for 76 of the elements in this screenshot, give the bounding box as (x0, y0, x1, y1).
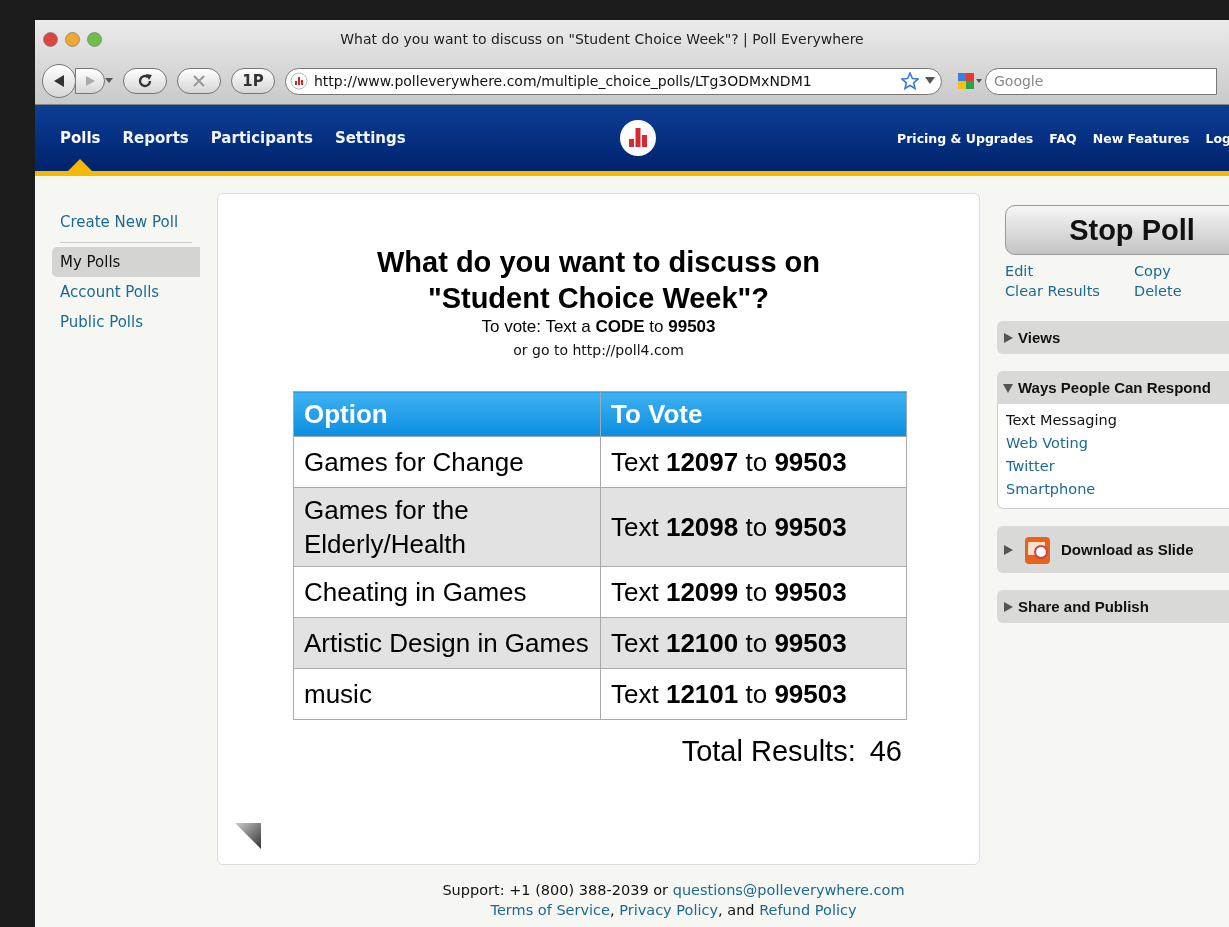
option-cell: Artistic Design in Games (293, 617, 601, 669)
policy-link[interactable]: Privacy Policy (619, 902, 719, 918)
collapse-triangle-icon[interactable] (1003, 382, 1013, 393)
vote-code-cell: Text 12101 to 99503 (600, 668, 907, 720)
back-button[interactable] (42, 64, 76, 98)
window-title: What do you want to discuss on "Student Choice Week"? | Poll Everywhere (340, 31, 864, 47)
tab-pointer-icon (68, 159, 93, 171)
reload-button[interactable] (123, 68, 167, 94)
sidebar-item[interactable]: Account Polls (52, 277, 200, 307)
poll-action-link[interactable]: Delete (1134, 283, 1182, 299)
vote-code-cell: Text 12100 to 99503 (600, 617, 907, 669)
page-curl-icon[interactable] (235, 823, 261, 849)
sidebar-item[interactable]: Create New Poll (52, 207, 200, 237)
site-logo-icon (290, 72, 308, 90)
response-method-link[interactable]: Text Messaging (1006, 409, 1229, 432)
reader-button[interactable]: 1P (231, 68, 275, 94)
nav-tab[interactable]: Polls (49, 105, 112, 171)
nav-tab[interactable]: Reports (111, 105, 200, 171)
total-results-count: 46 (869, 735, 902, 768)
panel-header[interactable]: Ways People Can Respond (997, 371, 1229, 404)
response-method-link[interactable]: Smartphone (1006, 478, 1229, 501)
vote-instructions: To vote: Text a CODE to 99503 (480, 317, 717, 337)
option-cell: Cheating in Games (293, 566, 601, 618)
vote-code-cell: Text 12099 to 99503 (600, 566, 907, 618)
vote-code-cell: Text 12098 to 99503 (600, 487, 907, 567)
forward-button[interactable] (75, 68, 105, 94)
panel-title: Views (1018, 329, 1061, 346)
stop-button[interactable] (177, 68, 221, 94)
search-field[interactable]: Google (985, 67, 1217, 95)
dropdown-caret-icon[interactable] (105, 78, 113, 84)
close-window-icon[interactable] (43, 31, 58, 47)
policy-link[interactable]: Refund Policy (759, 902, 857, 918)
poll-question: What do you want to discuss on "Student Choice Week"? (375, 245, 822, 316)
poll-action-link[interactable]: Copy (1134, 263, 1171, 279)
option-cell: music (293, 668, 601, 720)
panel-header[interactable]: Views (997, 321, 1229, 354)
back-arrow-icon (52, 74, 66, 88)
web-vote-hint: or go to http://poll4.com (512, 342, 685, 358)
reload-icon (137, 73, 153, 89)
expand-triangle-icon[interactable] (1003, 332, 1013, 343)
bookmark-star-icon[interactable] (901, 72, 919, 90)
policy-links-text: Terms of Service, Privacy Policy, and Refund Policy (489, 901, 858, 920)
vote-code-cell: Text 12097 to 99503 (600, 436, 907, 488)
address-field[interactable]: http://www.polleverywhere.com/multiple_choice_polls/LTg3ODMxNDM1 (285, 67, 942, 95)
panel-header[interactable]: Download as Slide (997, 526, 1229, 573)
nav-tab[interactable]: Participants (199, 105, 324, 171)
option-cell: Games for Change (293, 436, 601, 488)
panel-title: Share and Publish (1018, 598, 1149, 615)
nav-link[interactable]: New Features (1092, 130, 1190, 146)
dropdown-caret-icon[interactable] (925, 77, 935, 85)
column-header: Option (293, 391, 601, 437)
sidebar-item[interactable]: My Polls (52, 247, 200, 277)
search-engine-icon[interactable] (957, 71, 983, 91)
forward-arrow-icon (84, 75, 96, 87)
option-cell: Games for the Elderly/Health (293, 487, 601, 567)
nav-link[interactable]: Pricing & Upgrades (897, 130, 1034, 146)
nav-tab[interactable]: Settings (323, 105, 417, 171)
nav-link[interactable]: FAQ (1049, 130, 1077, 146)
stop-poll-button[interactable]: Stop Poll (1005, 205, 1229, 255)
poll-action-link[interactable]: Edit (1005, 263, 1034, 279)
poll-action-link[interactable]: Clear Results (1005, 283, 1100, 299)
panel-header[interactable]: Share and Publish (997, 590, 1229, 623)
support-text: Support: +1 (800) 388-2039 or questions@polleverywhere.com (441, 881, 906, 900)
response-method-link[interactable]: Twitter (1006, 455, 1229, 478)
expand-triangle-icon[interactable] (1003, 544, 1013, 555)
total-results-label: Total Results: (681, 735, 856, 768)
expand-triangle-icon[interactable] (1003, 601, 1013, 612)
column-header: To Vote (600, 391, 907, 437)
policy-link[interactable]: Terms of Service (490, 902, 610, 918)
sidebar-item[interactable]: Public Polls (52, 307, 200, 337)
poll-logo-icon[interactable] (619, 119, 657, 157)
panel-title: Download as Slide (1061, 541, 1194, 558)
panel-title: Ways People Can Respond (1018, 379, 1211, 396)
stop-icon (192, 74, 206, 88)
response-method-link[interactable]: Web Voting (1006, 432, 1229, 455)
email-link[interactable]: questions@polleverywhere.com (672, 882, 905, 898)
